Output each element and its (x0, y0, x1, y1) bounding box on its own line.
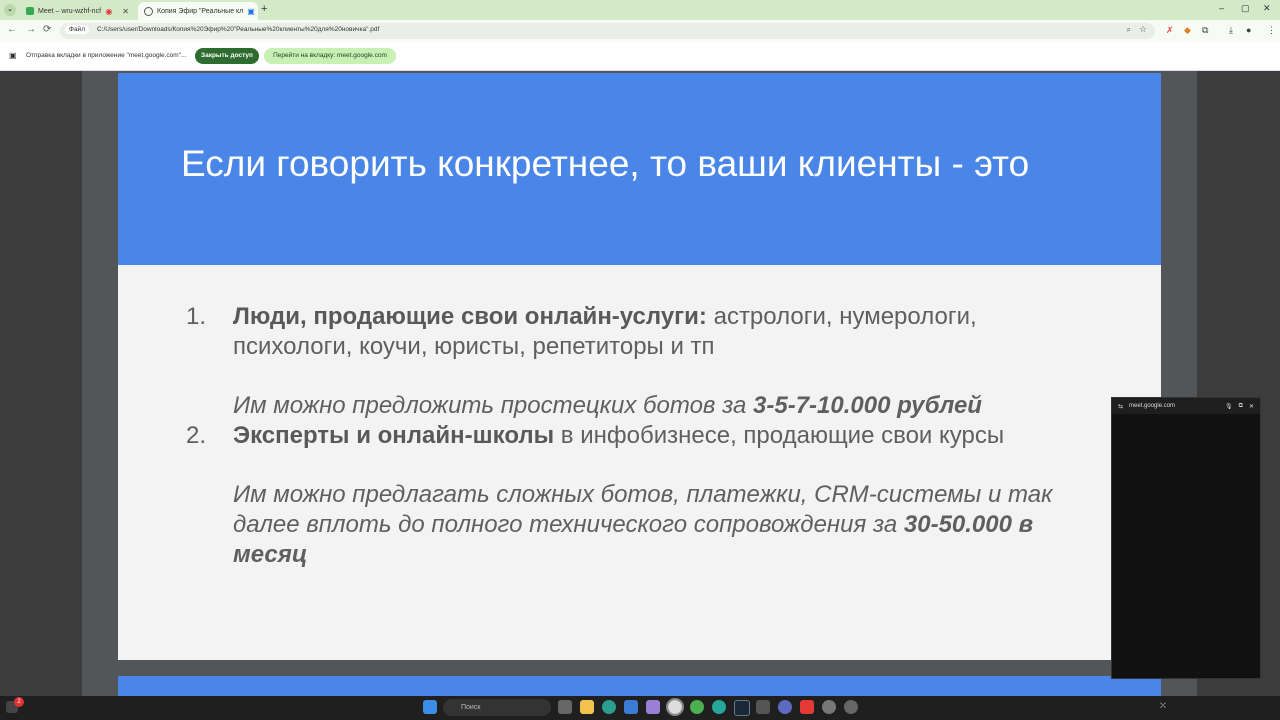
slide-title: Если говорить конкретнее, то ваши клиент… (181, 143, 1030, 184)
back-to-tab-icon[interactable]: ⧉ (1239, 403, 1243, 410)
reload-icon[interactable]: ⟳ (43, 24, 51, 35)
recording-icon: ◉ (105, 6, 113, 16)
app-icon[interactable] (646, 700, 660, 714)
app-icon-2[interactable] (778, 700, 792, 714)
menu-kebab-icon[interactable]: ⋮ (1267, 25, 1276, 36)
pip-back-icon[interactable]: ⇆ (1118, 403, 1123, 410)
pip-close-icon[interactable]: ✕ (1249, 403, 1254, 410)
meet-pip-window[interactable]: ⇆ meet.google.com 🎙 ⧉ ✕ (1111, 397, 1261, 679)
next-slide-preview (118, 676, 1161, 696)
new-tab-button[interactable]: + (261, 3, 267, 15)
store-icon[interactable] (624, 700, 638, 714)
list-item-1-note: Им можно предложить простецких ботов за … (233, 392, 982, 419)
metamask-icon[interactable]: ◆ (1184, 25, 1191, 36)
chrome-icon[interactable] (666, 698, 684, 716)
forward-icon[interactable]: → (26, 24, 36, 35)
terminal-icon[interactable] (756, 700, 770, 714)
pdf-page-slide: Если говорить конкретнее, то ваши клиент… (118, 73, 1161, 660)
close-icon[interactable]: ✕ (122, 7, 129, 16)
go-to-tab-button[interactable]: Перейти на вкладку: meet.google.com (264, 48, 396, 64)
browser-icon[interactable] (712, 700, 726, 714)
meet-icon (26, 7, 34, 15)
tray-icon[interactable]: ⛌ (1160, 701, 1166, 711)
notification-badge: 2 (14, 697, 24, 707)
viewer-left-margin (0, 71, 82, 696)
task-view-icon[interactable] (558, 700, 572, 714)
extension-icon[interactable]: ✗ (1166, 25, 1174, 36)
list-item-2-note: Им можно предлагать сложных ботов, плате… (233, 481, 1053, 568)
file-explorer-icon[interactable] (580, 700, 594, 714)
back-icon[interactable]: ← (7, 24, 17, 35)
yandex-icon[interactable] (822, 700, 836, 714)
list-item-2-bold: Эксперты и онлайн-школы (233, 422, 555, 449)
profile-avatar-icon[interactable]: ● (1246, 25, 1251, 35)
stop-sharing-button[interactable]: Закрыть доступ (195, 48, 259, 64)
pip-header: ⇆ meet.google.com 🎙 ⧉ ✕ (1112, 398, 1260, 414)
restore-icon[interactable]: ▢ (1241, 3, 1250, 14)
file-scheme-chip[interactable]: Файл (65, 25, 89, 34)
windows-start-icon[interactable] (423, 700, 437, 714)
edge-icon[interactable] (602, 700, 616, 714)
taskbar-search[interactable]: Поиск (443, 699, 551, 716)
minimize-icon[interactable]: – (1219, 3, 1224, 13)
address-bar: ← → ⟳ Файл C:/Users/user/Downloads/Копия… (0, 20, 1280, 42)
list-item-number: 2. (186, 422, 207, 449)
list-item-1-price: 3-5-7-10.000 рублей (753, 392, 982, 419)
list-item-1: Люди, продающие свои онлайн-услуги: астр… (233, 302, 1093, 362)
bookmark-star-icon[interactable]: ☆ (1139, 24, 1147, 35)
download-icon[interactable]: ⤓ (1229, 25, 1233, 36)
screen-share-icon: ▣ (9, 51, 17, 60)
slide-header: Если говорить конкретнее, то ваши клиент… (118, 73, 1161, 265)
tab-pdf-label: Копия Эфир "Реальные кл (157, 7, 244, 15)
close-window-icon[interactable]: ✕ (1263, 3, 1271, 14)
list-item-2: Эксперты и онлайн-школы в инфобизнесе, п… (233, 421, 1093, 451)
tab-sharing-bar: ▣ Отправка вкладки в приложение "meet.go… (0, 42, 1280, 71)
windows-taskbar: 2 Поиск ⛌ (0, 696, 1280, 720)
list-item-2-text: в инфобизнесе, продающие свои курсы (554, 422, 1005, 449)
app-icon-4[interactable] (844, 700, 858, 714)
tab-search-button[interactable]: ⌄ (4, 4, 16, 16)
tab-meet[interactable]: Meet – wru-wzhf-ncf ◉ ✕ (20, 2, 135, 20)
sharing-icon: ▣ (247, 6, 255, 16)
tab-strip: ⌄ Meet – wru-wzhf-ncf ◉ ✕ Копия Эфир "Ре… (0, 0, 1280, 20)
steam-icon[interactable] (734, 700, 750, 716)
url-text[interactable]: C:/Users/user/Downloads/Копия%20Эфир%20"… (97, 26, 379, 33)
list-item-number: 1. (186, 303, 207, 330)
globe-icon (144, 6, 153, 16)
list-item-1-bold: Люди, продающие свои онлайн-услуги: (233, 303, 707, 330)
extensions-puzzle-icon[interactable]: ⧉ (1202, 25, 1208, 36)
pip-url: meet.google.com (1129, 403, 1176, 409)
tab-pdf[interactable]: Копия Эфир "Реальные кл ▣ ✕ (138, 2, 258, 20)
tab-meet-label: Meet – wru-wzhf-ncf (38, 7, 102, 15)
microphone-icon[interactable]: 🎙 (1225, 403, 1233, 410)
sharing-status-text: Отправка вкладки в приложение "meet.goog… (26, 52, 187, 59)
app-icon-3[interactable] (800, 700, 814, 714)
chrome-alt-icon[interactable] (690, 700, 704, 714)
omnibox[interactable]: Файл C:/Users/user/Downloads/Копия%20Эфи… (60, 23, 1155, 39)
zoom-icon[interactable]: ⌕ (1127, 25, 1131, 35)
